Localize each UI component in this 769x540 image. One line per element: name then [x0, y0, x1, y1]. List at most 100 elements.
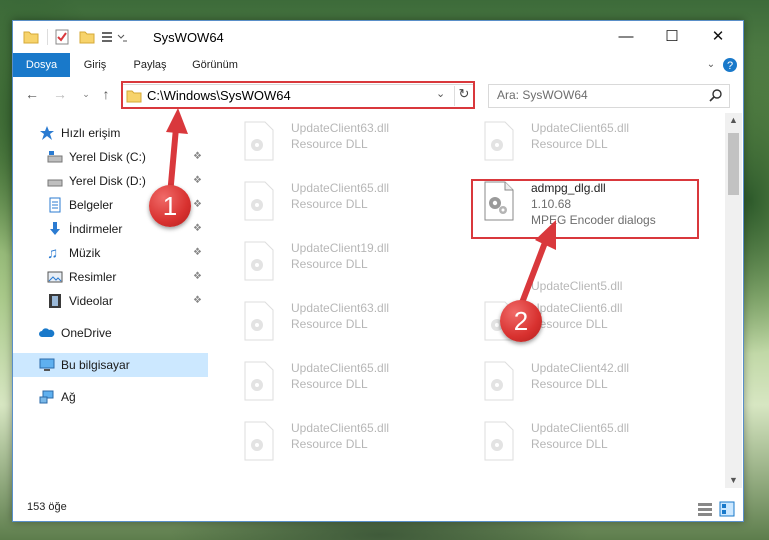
scroll-up-icon[interactable]: ▲	[729, 115, 738, 125]
file-type: Resource DLL	[291, 437, 368, 451]
sidebar-item-network[interactable]: Ağ	[13, 385, 208, 409]
pin-icon[interactable]: ❖	[193, 223, 202, 234]
search-icon[interactable]	[709, 88, 723, 105]
drive-icon	[47, 149, 63, 165]
pin-icon[interactable]: ❖	[193, 199, 202, 210]
cloud-icon	[39, 325, 55, 341]
sidebar-item-music[interactable]: ♫ Müzik ❖	[13, 241, 208, 265]
file-item[interactable]: UpdateClient65.dll Resource DLL	[233, 177, 458, 229]
file-name: UpdateClient19.dll	[291, 241, 390, 255]
sidebar-item-label: Müzik	[69, 246, 101, 260]
sidebar-item-pictures[interactable]: Resimler ❖	[13, 265, 208, 289]
pin-icon[interactable]: ❖	[193, 271, 202, 282]
forward-arrow-icon[interactable]: →	[51, 85, 69, 103]
scroll-down-icon[interactable]: ▼	[729, 475, 738, 485]
file-type: Resource DLL	[291, 197, 368, 211]
file-item[interactable]: UpdateClient65.dll Resource DLL	[233, 417, 458, 469]
dll-file-icon	[244, 121, 274, 161]
file-item[interactable]: UpdateClient63.dll Resource DLL	[233, 297, 458, 349]
recent-locations-icon[interactable]: ⌄	[77, 85, 95, 103]
file-highlight-box	[471, 179, 699, 239]
search-placeholder: Ara: SysWOW64	[497, 88, 588, 102]
file-type: Resource DLL	[531, 377, 608, 391]
dll-file-icon	[244, 301, 274, 341]
pin-icon[interactable]: ❖	[193, 295, 202, 306]
file-name: UpdateClient6.dll	[531, 301, 623, 315]
file-type: Resource DLL	[291, 317, 368, 331]
sidebar-item-quick-access[interactable]: Hızlı erişim	[13, 121, 208, 145]
customize-toolbar-icon[interactable]	[101, 29, 129, 45]
up-arrow-icon[interactable]: ↑	[97, 85, 115, 103]
back-arrow-icon[interactable]: ←	[23, 85, 41, 103]
file-type: Resource DLL	[531, 317, 608, 331]
sidebar-item-label: Yerel Disk (D:)	[69, 174, 146, 188]
file-item[interactable]: UpdateClient5.dll	[473, 237, 698, 293]
sidebar-item-this-pc[interactable]: Bu bilgisayar	[13, 353, 208, 377]
explorer-window: SysWOW64 — ☐ ✕ Dosya Giriş Paylaş Görünü…	[12, 20, 744, 522]
sidebar-item-label: Bu bilgisayar	[61, 358, 130, 372]
tab-home[interactable]: Giriş	[76, 53, 114, 77]
file-item[interactable]: UpdateClient65.dll Resource DLL	[233, 357, 458, 409]
file-item[interactable]: UpdateClient19.dll Resource DLL	[233, 237, 458, 289]
sidebar-item-videos[interactable]: Videolar ❖	[13, 289, 208, 313]
pin-icon[interactable]: ❖	[193, 151, 202, 162]
callout-1: 1	[149, 185, 191, 227]
tiles-view-icon[interactable]	[719, 501, 735, 520]
file-name: UpdateClient5.dll	[531, 279, 623, 293]
sidebar-item-label: Belgeler	[69, 198, 114, 212]
vertical-scrollbar[interactable]: ▲ ▼	[725, 113, 742, 488]
file-type: Resource DLL	[531, 437, 608, 451]
film-strip-icon	[47, 293, 63, 309]
sidebar-item-onedrive[interactable]: OneDrive	[13, 321, 208, 345]
scrollbar-thumb[interactable]	[728, 133, 739, 195]
sidebar-item-label: İndirmeler	[69, 222, 123, 236]
file-name: UpdateClient42.dll	[531, 361, 630, 375]
file-item[interactable]: UpdateClient65.dll Resource DLL	[473, 417, 698, 469]
dll-file-icon	[244, 421, 274, 461]
sidebar-item-label: Ağ	[61, 390, 76, 404]
close-button[interactable]: ✕	[695, 21, 741, 53]
search-input[interactable]: Ara: SysWOW64	[488, 84, 730, 108]
dll-file-icon	[244, 361, 274, 401]
file-name: UpdateClient65.dll	[291, 421, 390, 435]
file-type: Resource DLL	[531, 137, 608, 151]
pin-icon[interactable]: ❖	[193, 175, 202, 186]
file-type: Resource DLL	[291, 377, 368, 391]
file-name: UpdateClient65.dll	[291, 361, 390, 375]
ribbon-tabs: Dosya Giriş Paylaş Görünüm ⌄ ?	[13, 53, 743, 105]
tab-share[interactable]: Paylaş	[125, 53, 175, 77]
pin-icon[interactable]: ❖	[193, 247, 202, 258]
status-bar: 153 öğe	[13, 497, 743, 521]
expand-ribbon-icon[interactable]: ⌄	[703, 53, 719, 77]
title-bar: SysWOW64 — ☐ ✕	[13, 21, 743, 53]
music-note-icon: ♫	[47, 245, 59, 262]
file-name: UpdateClient63.dll	[291, 121, 390, 135]
new-folder-icon[interactable]	[79, 29, 95, 45]
file-item[interactable]: UpdateClient42.dll Resource DLL	[473, 357, 698, 409]
help-icon[interactable]: ?	[721, 53, 739, 77]
sidebar-item-local-disk-c[interactable]: Yerel Disk (C:) ❖	[13, 145, 208, 169]
tab-view[interactable]: Görünüm	[185, 53, 245, 77]
dll-file-icon	[244, 241, 274, 281]
sidebar-item-label: Resimler	[69, 270, 117, 284]
item-count: 153 öğe	[27, 501, 67, 513]
navigation-bar: ← → ⌄ ↑ C:\Windows\SysWOW64 ⌄ ↻ Ara: Sys…	[13, 77, 743, 113]
file-type: Resource DLL	[291, 257, 368, 271]
callout-2: 2	[500, 300, 542, 342]
file-item[interactable]: UpdateClient63.dll Resource DLL	[233, 117, 458, 169]
sidebar-item-label: Hızlı erişim	[61, 126, 121, 140]
maximize-button[interactable]: ☐	[649, 21, 695, 53]
download-arrow-icon	[47, 221, 63, 237]
minimize-button[interactable]: —	[603, 21, 649, 53]
folder-icon	[23, 29, 39, 45]
file-item[interactable]: UpdateClient65.dll Resource DLL	[473, 117, 698, 169]
properties-icon[interactable]	[47, 29, 70, 45]
details-view-icon[interactable]	[697, 501, 713, 520]
pictures-icon	[47, 269, 63, 285]
file-name: UpdateClient63.dll	[291, 301, 390, 315]
dll-file-icon	[484, 421, 514, 461]
window-title: SysWOW64	[153, 30, 224, 45]
drive-icon	[47, 173, 63, 189]
dll-file-icon	[244, 181, 274, 221]
file-list: UpdateClient63.dll Resource DLL UpdateCl…	[223, 113, 723, 488]
